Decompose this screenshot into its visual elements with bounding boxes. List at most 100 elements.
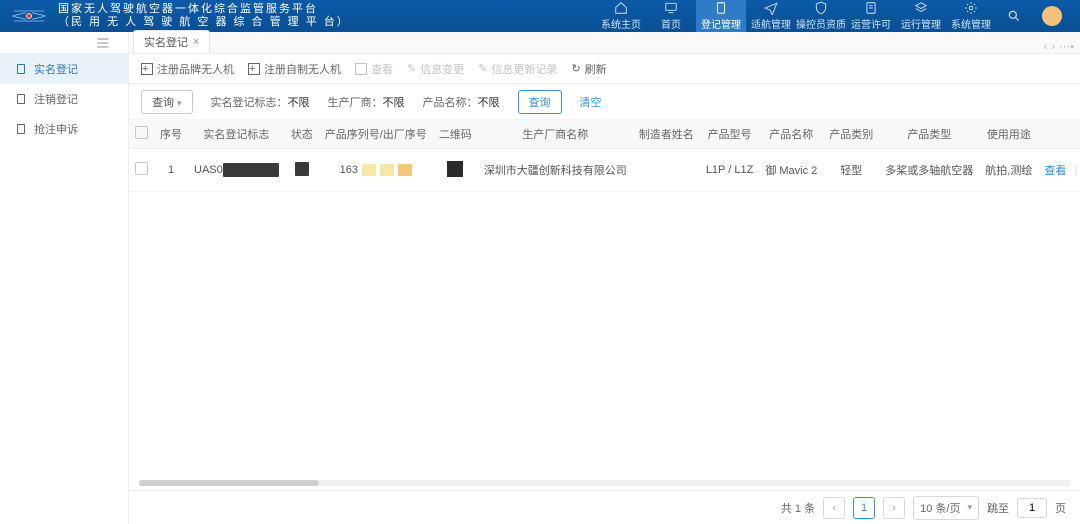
row-view-link[interactable]: 查看 [1044,162,1066,178]
col-header-9: 产品名称 [759,120,823,149]
table-row: 1 UAS0 163 深圳市大疆创新科技有限公司 L1P / L1Z 御 Mav… [129,149,1080,192]
global-search-button[interactable] [996,9,1032,23]
user-avatar[interactable] [1042,6,1062,26]
doc-icon [14,92,28,106]
title-line2: （民 用 无 人 驾 驶 航 空 器 综 合 管 理 平 台） [58,16,350,29]
col-header-1: 序号 [154,120,188,149]
nav-item-7[interactable]: 系统管理 [946,0,996,32]
scrollbar-thumb[interactable] [139,480,319,486]
jump-page-input[interactable] [1017,498,1047,518]
doc-icon [14,62,28,76]
data-table-wrap: 序号实名登记标志状态产品序列号/出厂序号二维码生产厂商名称制造者姓名产品型号产品… [129,120,1080,478]
shield-icon [814,1,828,15]
col-header-0 [129,120,154,149]
tab-close-icon[interactable]: × [193,36,199,48]
col-header-6: 生产厂商名称 [478,120,633,149]
redacted-block [362,164,376,176]
sidebar-collapse-toggle[interactable] [0,32,128,54]
app-title: 国家无人驾驶航空器一体化综合监管服务平台 （民 用 无 人 驾 驶 航 空 器 … [58,3,350,29]
col-header-4: 产品序列号/出厂序号 [319,120,433,149]
col-header-12: 使用用途 [979,120,1038,149]
filter-vendor: 生产厂商：不限 [328,94,405,110]
jump-suffix: 页 [1055,500,1066,516]
page-size-select[interactable]: 10 条/页▾ [913,496,979,520]
home-icon [614,1,628,15]
toolbar: 注册品牌无人机 注册自制无人机 查看 ✎信息变更 ✎信息更新记录 ↻刷新 [129,54,1080,84]
total-label: 共 1 条 [781,500,815,516]
col-header-13: 操作 [1038,120,1080,149]
query-dropdown-button[interactable]: 查询▾ [141,90,193,114]
cell-type: 多桨或多轴航空器 [879,149,979,192]
nav-item-0[interactable]: 系统主页 [596,0,646,32]
col-header-11: 产品类型 [879,120,979,149]
cell-vendor: 深圳市大疆创新科技有限公司 [478,149,633,192]
tab-label: 实名登记 [144,34,188,50]
plane-icon [764,1,778,15]
layers-icon [914,1,928,15]
nav-item-4[interactable]: 操控员资质 [796,0,846,32]
title-line1: 国家无人驾驶航空器一体化综合监管服务平台 [58,3,350,16]
nav-item-6[interactable]: 运行管理 [896,0,946,32]
data-table: 序号实名登记标志状态产品序列号/出厂序号二维码生产厂商名称制造者姓名产品型号产品… [129,120,1080,192]
tab-more-icon[interactable]: ⋯• [1059,40,1074,53]
main-panel: 实名登记 × ‹ › ⋯• 注册品牌无人机 注册自制无人机 查看 ✎信息变更 ✎… [129,32,1080,524]
clear-filters-link[interactable]: 清空 [580,94,602,110]
cell-serial: 163 [319,149,433,192]
tab-scroll-left-icon[interactable]: ‹ [1044,41,1048,53]
cell-model: L1P / L1Z [700,149,760,192]
tabstrip-scroll: ‹ › ⋯• [1044,40,1080,53]
nav-item-1[interactable]: 首页 [646,0,696,32]
doc-icon [864,1,878,15]
col-header-5: 二维码 [433,120,478,149]
filter-flag: 实名登记标志：不限 [211,94,310,110]
page-number-button[interactable]: 1 [853,497,875,519]
cell-product-name: 御 Mavic 2 [759,149,823,192]
pagination: 共 1 条 ‹ 1 › 10 条/页▾ 跳至 页 [129,490,1080,524]
jump-label: 跳至 [987,500,1009,516]
cell-index: 1 [154,149,188,192]
sidebar-item-2[interactable]: 抢注申诉 [0,114,128,144]
page-prev-button[interactable]: ‹ [823,497,845,519]
doc-icon [14,122,28,136]
filter-name: 产品名称：不限 [423,94,500,110]
col-header-8: 产品型号 [700,120,760,149]
clipboard-icon [714,1,728,15]
nav-item-5[interactable]: 运营许可 [846,0,896,32]
col-header-3: 状态 [285,120,319,149]
view-button[interactable]: 查看 [355,61,393,77]
brand: 国家无人驾驶航空器一体化综合监管服务平台 （民 用 无 人 驾 驶 航 空 器 … [8,3,350,29]
cell-maker [633,149,700,192]
cell-ops: 查看 | 发送二维码 [1038,149,1080,192]
tab-realname-registration[interactable]: 实名登记 × [133,30,210,53]
app-header: 国家无人驾驶航空器一体化综合监管服务平台 （民 用 无 人 驾 驶 航 空 器 … [0,0,1080,32]
monitor-icon [664,1,678,15]
row-checkbox[interactable] [135,162,148,175]
status-icon [295,162,309,176]
nav-item-2[interactable]: 登记管理 [696,0,746,32]
redacted-block [223,163,279,177]
tab-scroll-right-icon[interactable]: › [1051,41,1055,53]
refresh-button[interactable]: ↻刷新 [571,61,606,77]
logo-icon [8,6,50,26]
sidebar-item-0[interactable]: 实名登记 [0,54,128,84]
cell-status [285,149,319,192]
filter-bar: 查询▾ 实名登记标志：不限 生产厂商：不限 产品名称：不限 查询 清空 [129,84,1080,120]
info-record-button[interactable]: ✎信息更新记录 [478,61,557,77]
sidebar: 实名登记注销登记抢注申诉 [0,32,129,524]
cell-usage: 航拍,测绘 [979,149,1038,192]
register-brand-uav-button[interactable]: 注册品牌无人机 [141,61,234,77]
gear-icon [964,1,978,15]
cell-qr [433,149,478,192]
search-button[interactable]: 查询 [518,90,562,114]
sidebar-item-1[interactable]: 注销登记 [0,84,128,114]
top-nav: 系统主页首页登记管理适航管理操控员资质运营许可运行管理系统管理 [596,0,996,32]
register-diy-uav-button[interactable]: 注册自制无人机 [248,61,341,77]
header-checkbox[interactable] [135,126,148,139]
cell-category: 轻型 [823,149,879,192]
nav-item-3[interactable]: 适航管理 [746,0,796,32]
cell-reg-flag: UAS0 [188,149,285,192]
col-header-10: 产品类别 [823,120,879,149]
info-change-button[interactable]: ✎信息变更 [407,61,464,77]
col-header-2: 实名登记标志 [188,120,285,149]
page-next-button[interactable]: › [883,497,905,519]
